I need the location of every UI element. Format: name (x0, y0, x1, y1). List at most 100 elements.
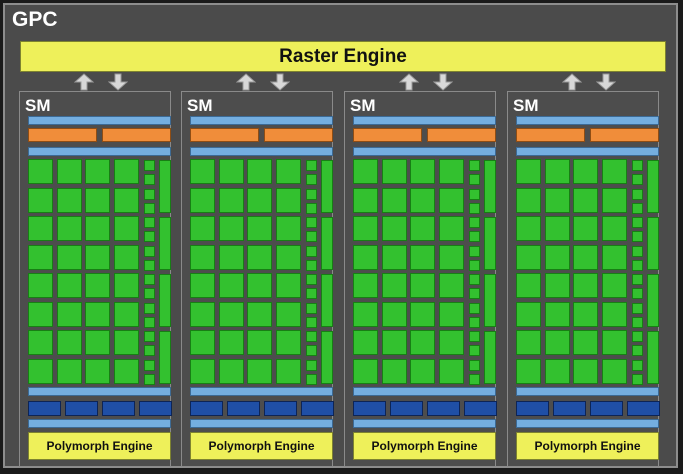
cuda-core (218, 330, 244, 355)
cuda-core (353, 273, 378, 298)
ld-st-unit (144, 259, 155, 271)
warp-scheduler (28, 128, 97, 142)
sfu-unit (321, 160, 333, 213)
ld-st-unit (306, 331, 317, 342)
warp-scheduler (590, 128, 659, 142)
sfu-unit (159, 274, 171, 327)
ld-st-unit (632, 188, 643, 200)
cuda-core (28, 159, 53, 184)
ld-st-unit (144, 245, 155, 257)
ld-st-unit (306, 259, 317, 271)
texture-unit (102, 401, 135, 416)
cuda-core (438, 301, 464, 327)
cuda-core (113, 187, 139, 213)
raster-engine: Raster Engine (20, 41, 666, 72)
cuda-core (410, 358, 435, 384)
ld-st-unit (144, 202, 155, 214)
polymorph-engine: Polymorph Engine (190, 432, 333, 460)
cuda-core (410, 244, 435, 270)
cuda-core (85, 216, 110, 241)
cuda-core (28, 358, 53, 384)
cuda-core (516, 301, 541, 327)
cuda-core (56, 301, 82, 327)
interconnect-bar (516, 387, 659, 396)
cuda-core (516, 244, 541, 270)
instruction-cache-bar (190, 116, 333, 125)
ld-st-unit (469, 188, 480, 200)
cuda-core (544, 301, 570, 327)
cuda-core (275, 301, 301, 327)
sm-title: SM (25, 96, 51, 115)
texture-unit (553, 401, 586, 416)
cuda-core (218, 273, 244, 298)
ld-st-unit (144, 359, 155, 371)
texture-unit (190, 401, 223, 416)
cuda-core (28, 330, 53, 355)
texture-unit (464, 401, 497, 416)
cuda-core (113, 244, 139, 270)
ld-st-unit (632, 345, 643, 357)
cuda-core (85, 159, 110, 184)
texture-unit (264, 401, 297, 416)
cuda-core (516, 273, 541, 298)
cuda-core (190, 187, 215, 213)
cuda-core (516, 216, 541, 241)
cuda-core (275, 159, 301, 184)
cuda-core (381, 273, 407, 298)
ld-st-unit (469, 373, 480, 385)
ld-st-unit (469, 245, 480, 257)
cuda-core (381, 358, 407, 384)
sfu-unit (321, 274, 333, 327)
cuda-core (353, 244, 378, 270)
texture-unit (390, 401, 423, 416)
cuda-core (438, 216, 464, 241)
cuda-core (113, 273, 139, 298)
instruction-cache-bar (353, 116, 496, 125)
cuda-core (28, 244, 53, 270)
ld-st-unit (469, 202, 480, 214)
cuda-core (573, 330, 598, 355)
cache-bar (28, 419, 171, 428)
sfu-unit (647, 217, 659, 270)
cuda-core (353, 330, 378, 355)
cuda-core (573, 244, 598, 270)
ld-st-unit (144, 331, 155, 342)
cuda-core (190, 358, 215, 384)
sfu-unit (484, 217, 496, 270)
cuda-core (190, 273, 215, 298)
ld-st-unit (469, 259, 480, 271)
ld-st-unit (144, 373, 155, 385)
cuda-core (353, 358, 378, 384)
cuda-core (190, 301, 215, 327)
cuda-core (544, 358, 570, 384)
cuda-core (353, 159, 378, 184)
polymorph-engine: Polymorph Engine (353, 432, 496, 460)
cuda-core (381, 187, 407, 213)
cuda-core (28, 187, 53, 213)
polymorph-engine: Polymorph Engine (516, 432, 659, 460)
texture-unit (139, 401, 172, 416)
cuda-core (381, 244, 407, 270)
cuda-core (410, 216, 435, 241)
cuda-core (247, 187, 272, 213)
ld-st-unit (306, 217, 317, 228)
cuda-core (247, 301, 272, 327)
ld-st-unit (469, 231, 480, 243)
ld-st-unit (144, 274, 155, 285)
cuda-core (56, 159, 82, 184)
ld-st-unit (632, 259, 643, 271)
gpc-block: GPC Raster Engine SM Polymorph Engine SM Po… (3, 3, 678, 468)
polymorph-engine-label: Polymorph Engine (534, 439, 641, 453)
sfu-unit (321, 331, 333, 384)
cuda-core (516, 358, 541, 384)
cuda-core (516, 159, 541, 184)
ld-st-unit (632, 331, 643, 342)
ld-st-unit (632, 174, 643, 186)
ld-st-unit (144, 302, 155, 314)
sm-block: SM Polymorph Engine (507, 91, 660, 467)
cuda-core (85, 187, 110, 213)
cuda-core (601, 330, 627, 355)
ld-st-unit (632, 231, 643, 243)
ld-st-unit (306, 174, 317, 186)
ld-st-unit (306, 245, 317, 257)
